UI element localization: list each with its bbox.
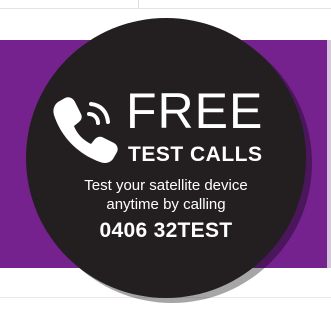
- top-divider: [0, 0, 331, 9]
- description-line-2: anytime by calling: [106, 196, 226, 213]
- top-divider-tick: [138, 0, 139, 8]
- headline-free: FREE: [126, 83, 264, 139]
- phone-number[interactable]: 0406 32TEST: [56, 218, 276, 244]
- description-line-1: Test your satellite device: [84, 177, 248, 194]
- promo-stage: FREE TEST CALLS Test your satellite devi…: [0, 0, 331, 311]
- banner-right-edge: [327, 40, 331, 268]
- free-test-calls-badge[interactable]: FREE TEST CALLS Test your satellite devi…: [26, 18, 306, 298]
- subheadline-test-calls: TEST CALLS: [128, 143, 263, 166]
- phone-ringing-icon: [53, 97, 118, 163]
